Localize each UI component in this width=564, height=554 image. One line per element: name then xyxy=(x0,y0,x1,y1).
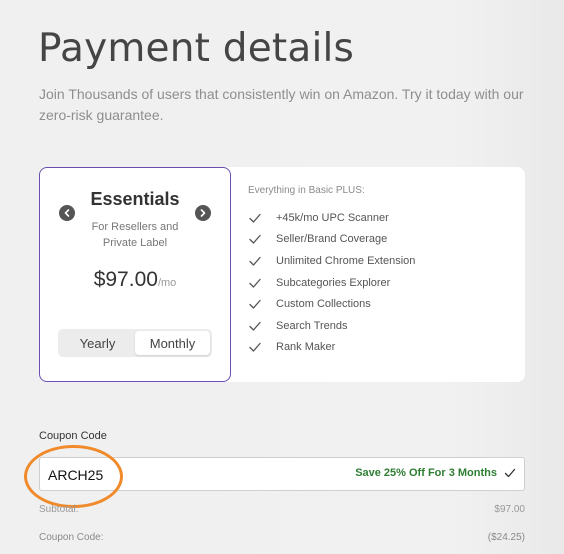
chevron-left-icon xyxy=(64,209,70,217)
check-icon xyxy=(249,300,261,309)
check-icon xyxy=(249,343,261,353)
feature-item: Seller/Brand Coverage xyxy=(248,229,508,251)
plan-description: For Resellers and Private Label xyxy=(40,219,230,251)
billing-option-yearly[interactable]: Yearly xyxy=(60,331,135,355)
feature-list: Everything in Basic PLUS: +45k/mo UPC Sc… xyxy=(248,185,508,358)
plan-price: $97.00/mo xyxy=(40,268,230,292)
feature-label: Search Trends xyxy=(276,319,348,332)
price-unit: /mo xyxy=(157,277,177,289)
check-icon xyxy=(249,256,261,266)
features-heading: Everything in Basic PLUS: xyxy=(248,185,365,196)
plan-card: Essentials For Resellers and Private Lab… xyxy=(39,167,231,382)
price-amount: $97.00 xyxy=(93,268,158,291)
feature-item: +45k/mo UPC Scanner xyxy=(248,207,508,229)
check-icon xyxy=(249,321,261,331)
feature-label: Rank Maker xyxy=(276,341,336,354)
coupon-label: Coupon Code xyxy=(39,430,107,442)
plan-section: Essentials For Resellers and Private Lab… xyxy=(39,167,525,382)
feature-item: Unlimited Chrome Extension xyxy=(248,250,508,272)
check-icon xyxy=(504,468,516,478)
check-icon xyxy=(249,278,261,288)
coupon-status-text: Save 25% Off For 3 Months xyxy=(355,467,497,479)
subtotal-label: Subtotal: xyxy=(39,504,79,515)
page-title: Payment details xyxy=(38,26,355,71)
feature-label: Subcategories Explorer xyxy=(276,276,391,289)
subtotal-row: Subtotal: $97.00 xyxy=(39,504,525,515)
feature-label: +45k/mo UPC Scanner xyxy=(276,211,389,224)
feature-label: Custom Collections xyxy=(276,298,371,311)
feature-label: Seller/Brand Coverage xyxy=(276,233,388,246)
chevron-right-icon xyxy=(200,209,206,217)
plan-description-text: For Resellers and Private Label xyxy=(91,221,179,249)
check-icon xyxy=(249,213,261,223)
feature-item: Rank Maker xyxy=(248,337,508,359)
coupon-input[interactable] xyxy=(48,465,198,485)
coupon-field: Save 25% Off For 3 Months xyxy=(39,457,525,491)
feature-item: Subcategories Explorer xyxy=(248,272,508,294)
coupon-discount-value: ($24.25) xyxy=(487,532,525,543)
coupon-discount-label: Coupon Code: xyxy=(39,532,104,543)
payment-page: Payment details Join Thousands of users … xyxy=(0,0,564,554)
subtotal-value: $97.00 xyxy=(494,504,525,515)
coupon-discount-row: Coupon Code: ($24.25) xyxy=(39,532,525,543)
feature-item: Custom Collections xyxy=(248,293,508,315)
feature-item: Search Trends xyxy=(248,315,508,337)
billing-toggle: Yearly Monthly xyxy=(58,329,212,357)
check-icon xyxy=(249,235,261,245)
billing-option-monthly[interactable]: Monthly xyxy=(135,331,210,355)
coupon-status: Save 25% Off For 3 Months xyxy=(355,467,516,479)
feature-label: Unlimited Chrome Extension xyxy=(276,254,416,267)
page-subtitle: Join Thousands of users that consistentl… xyxy=(39,86,524,123)
